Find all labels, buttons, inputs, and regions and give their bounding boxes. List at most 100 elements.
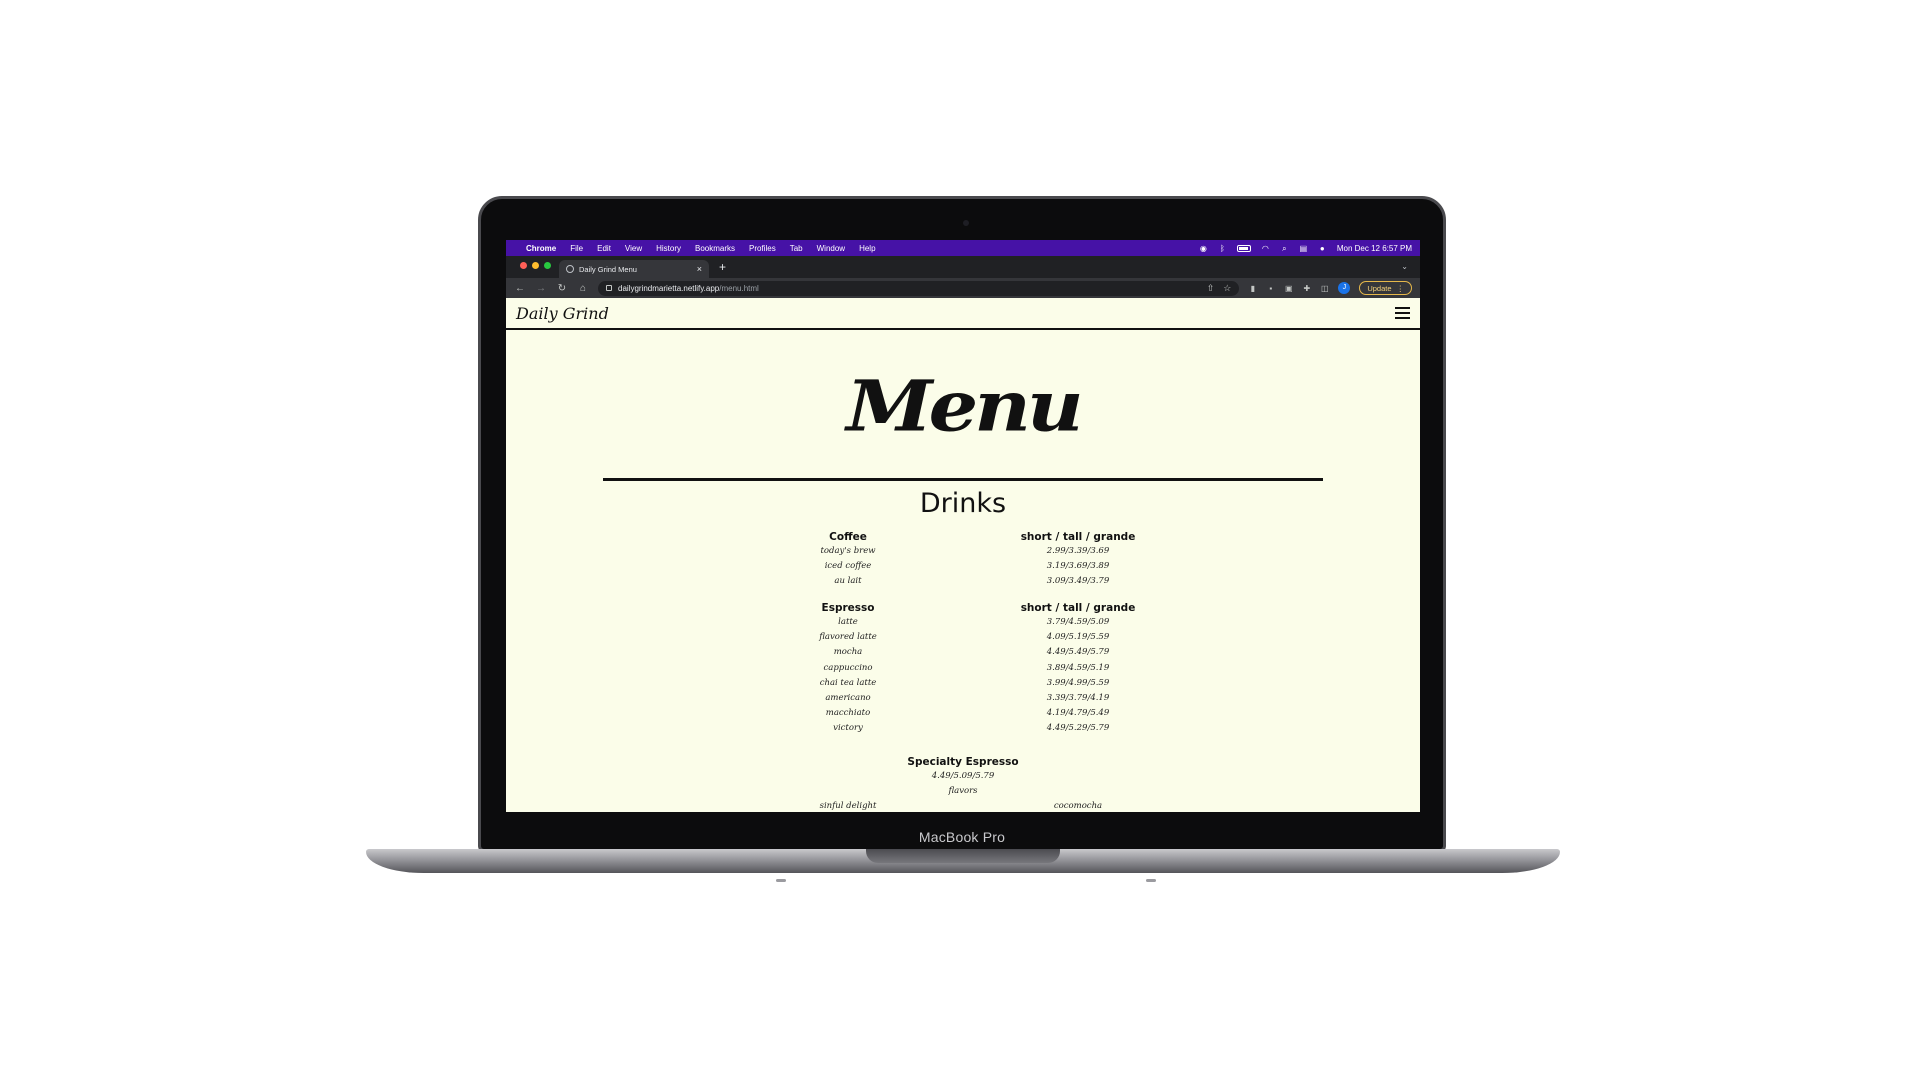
- menu-history[interactable]: History: [656, 244, 681, 253]
- url-text: dailygrindmarietta.netlify.app/menu.html: [618, 284, 759, 293]
- more-menu-icon: ⋮: [1396, 283, 1405, 293]
- item-name: iced coffee: [824, 561, 872, 572]
- item-name: americano: [825, 692, 871, 703]
- list-item: cappuccino 3.89/4.59/5.19: [506, 661, 1420, 676]
- menubar-clock[interactable]: Mon Dec 12 6:57 PM: [1337, 244, 1412, 253]
- extension-icon[interactable]: ▣: [1284, 284, 1293, 293]
- new-tab-icon[interactable]: +: [719, 260, 726, 274]
- device-label: MacBook Pro: [918, 829, 1006, 845]
- list-item: mocha 4.49/5.49/5.79: [506, 645, 1420, 660]
- flavor-name: sinful delight: [819, 801, 877, 812]
- flavors-heading: flavors: [948, 786, 978, 797]
- list-item: sinful delight cocomocha: [506, 799, 1420, 812]
- back-icon[interactable]: ←: [514, 283, 526, 294]
- specialty-price: 4.49/5.09/5.79: [931, 771, 995, 781]
- mac-menubar: Chrome File Edit View History Bookmarks …: [506, 240, 1420, 256]
- menu-view[interactable]: View: [625, 244, 642, 253]
- tab-title: Daily Grind Menu: [579, 264, 637, 274]
- menu-edit[interactable]: Edit: [597, 244, 611, 253]
- extensions-puzzle-icon[interactable]: ✚: [1302, 284, 1311, 293]
- list-item: chai tea latte 3.99/4.99/5.59: [506, 676, 1420, 691]
- control-center-icon[interactable]: ▤: [1299, 244, 1308, 253]
- lock-icon[interactable]: [606, 285, 612, 291]
- item-name: latte: [838, 617, 858, 627]
- tab-search-icon[interactable]: ⌄: [1401, 262, 1420, 278]
- list-item: americano 3.39/3.79/4.19: [506, 691, 1420, 706]
- flavor-name: cocomocha: [1053, 801, 1103, 812]
- reload-icon[interactable]: ↻: [556, 283, 568, 294]
- item-name: macchiato: [825, 708, 871, 719]
- espresso-heading: Espresso: [821, 602, 875, 614]
- bluetooth-icon[interactable]: ᛒ: [1218, 244, 1227, 253]
- menu-file[interactable]: File: [570, 244, 583, 253]
- extension-icon[interactable]: ▪: [1266, 284, 1275, 293]
- screen-record-icon[interactable]: ◉: [1199, 244, 1208, 253]
- browser-tabbar: Daily Grind Menu × + ⌄: [506, 256, 1420, 278]
- menu-tab[interactable]: Tab: [790, 244, 803, 253]
- fullscreen-window-icon[interactable]: [544, 262, 551, 269]
- title-divider: [603, 478, 1323, 481]
- item-name: chai tea latte: [819, 677, 877, 688]
- laptop-foot: [1146, 879, 1156, 882]
- list-item: iced coffee 3.19/3.69/3.89: [506, 559, 1420, 574]
- coffee-heading: Coffee: [829, 531, 867, 543]
- browser-toolbar: ← → ↻ ⌂ dailygrindmarietta.netlify.app/m…: [506, 278, 1420, 298]
- update-label: Update: [1367, 283, 1392, 293]
- item-price: 3.79/4.59/5.09: [1046, 617, 1110, 627]
- battery-icon[interactable]: [1236, 244, 1251, 252]
- wifi-icon[interactable]: ◠: [1261, 244, 1270, 253]
- item-price: 3.09/3.49/3.79: [1046, 576, 1110, 587]
- list-item: today's brew 2.99/3.39/3.69: [506, 544, 1420, 559]
- menu-profiles[interactable]: Profiles: [749, 244, 776, 253]
- update-button[interactable]: Update ⋮: [1359, 281, 1412, 295]
- minimize-window-icon[interactable]: [532, 262, 539, 269]
- item-price: 3.19/3.69/3.89: [1046, 561, 1110, 572]
- bookmark-star-icon[interactable]: ☆: [1223, 283, 1231, 294]
- window-controls: [506, 262, 559, 278]
- coffee-section: Coffee short / tall / grande today's bre…: [506, 530, 1420, 590]
- url-path: /menu.html: [719, 283, 759, 293]
- close-window-icon[interactable]: [520, 262, 527, 269]
- specialty-heading: Specialty Espresso: [907, 756, 1019, 768]
- item-name: flavored latte: [819, 632, 877, 643]
- menu-app-name[interactable]: Chrome: [526, 244, 556, 253]
- spotlight-icon[interactable]: ⌕: [1280, 244, 1289, 253]
- camera: [963, 220, 969, 226]
- home-icon[interactable]: ⌂: [577, 283, 589, 294]
- specialty-section: Specialty Espresso 4.49/5.09/5.79 flavor…: [506, 755, 1420, 812]
- hamburger-menu-icon[interactable]: [1395, 307, 1410, 319]
- siri-icon[interactable]: ●: [1318, 244, 1327, 253]
- close-tab-icon[interactable]: ×: [697, 264, 702, 274]
- address-bar[interactable]: dailygrindmarietta.netlify.app/menu.html…: [598, 280, 1240, 296]
- profile-avatar[interactable]: J: [1338, 282, 1351, 294]
- share-icon[interactable]: ⇧: [1207, 283, 1215, 294]
- laptop-foot: [776, 879, 786, 882]
- coffee-size-heading: short / tall / grande: [1020, 531, 1136, 543]
- espresso-section: Espresso short / tall / grande latte 3.7…: [506, 601, 1420, 737]
- side-panel-icon[interactable]: ◫: [1320, 284, 1329, 293]
- web-page: Daily Grind Menu Drinks Coffee short / t…: [506, 298, 1420, 812]
- extension-icon[interactable]: ▮: [1248, 284, 1257, 293]
- item-name: au lait: [834, 576, 862, 587]
- page-title: Menu: [846, 365, 1083, 448]
- list-item: latte 3.79/4.59/5.09: [506, 615, 1420, 630]
- item-name: mocha: [833, 647, 863, 658]
- forward-icon[interactable]: →: [535, 283, 547, 294]
- site-header: Daily Grind: [506, 298, 1420, 330]
- item-price: 3.39/3.79/4.19: [1046, 692, 1110, 703]
- list-item: flavored latte 4.09/5.19/5.59: [506, 630, 1420, 645]
- browser-tab[interactable]: Daily Grind Menu ×: [559, 260, 709, 278]
- menu-bookmarks[interactable]: Bookmarks: [695, 244, 735, 253]
- menu-help[interactable]: Help: [859, 244, 875, 253]
- list-item: victory 4.49/5.29/5.79: [506, 721, 1420, 736]
- item-name: cappuccino: [823, 662, 873, 673]
- globe-icon: [566, 265, 574, 273]
- menu-window[interactable]: Window: [817, 244, 845, 253]
- item-name: victory: [833, 723, 863, 734]
- url-host: dailygrindmarietta.netlify.app: [618, 283, 720, 293]
- item-price: 3.89/4.59/5.19: [1046, 662, 1110, 673]
- lid-notch: [866, 849, 1060, 863]
- omnibox-actions: ⇧ ☆: [1207, 283, 1232, 294]
- site-brand[interactable]: Daily Grind: [516, 304, 609, 323]
- item-name: today's brew: [820, 546, 876, 556]
